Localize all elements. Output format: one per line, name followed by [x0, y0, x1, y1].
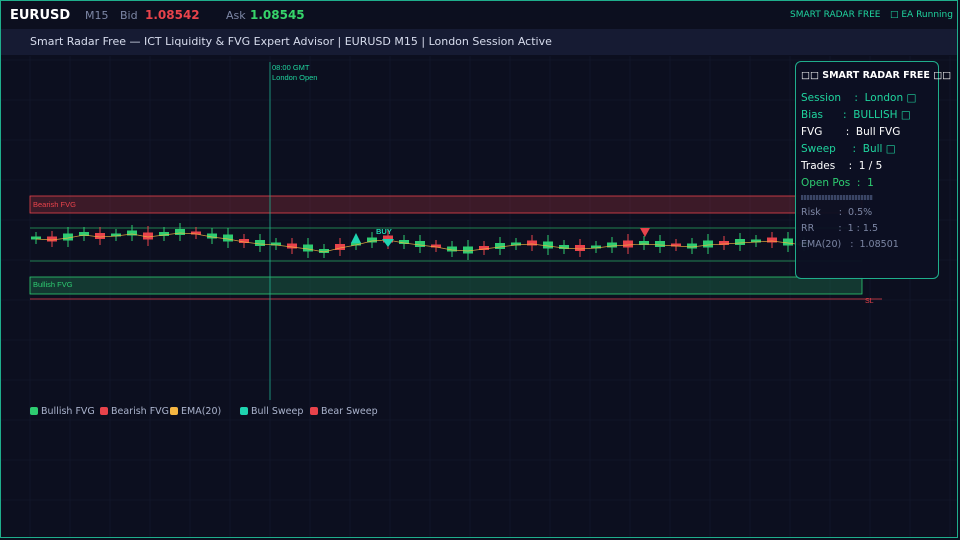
legend-ema-label: EMA(20): [181, 406, 222, 417]
panel-open-pos: Open Pos : 1: [801, 177, 874, 189]
title-bar: Smart Radar Free — ICT Liquidity & FVG E…: [1, 29, 957, 55]
panel-rr: RR : 1 : 1.5: [801, 223, 878, 234]
ea-status: □ EA Running: [890, 10, 953, 20]
legend-bullish-fvg: Bullish FVG: [30, 406, 95, 417]
panel-session: Session : London □: [801, 92, 917, 104]
bid-value: 1.08542: [145, 8, 200, 22]
panel-trades: Trades : 1 / 5: [801, 160, 883, 172]
ask-value: 1.08545: [250, 8, 305, 22]
panel-ema: EMA(20) : 1.08501: [801, 239, 899, 250]
info-panel: □□ SMART RADAR FREE □□ Session : London …: [795, 61, 951, 279]
title-text: Smart Radar Free — ICT Liquidity & FVG E…: [30, 35, 552, 48]
panel-sweep: Sweep : Bull □: [801, 143, 896, 155]
panel-divider: [801, 195, 873, 200]
bullish-fvg-swatch: [30, 407, 38, 415]
legend-bearish-fvg-label: Bearish FVG: [111, 406, 170, 417]
panel-title: □□ SMART RADAR FREE □□: [801, 70, 952, 81]
legend-bear-sweep-label: Bear Sweep: [321, 406, 378, 417]
brand-label: SMART RADAR FREE: [790, 10, 881, 20]
bear-sweep-swatch: [310, 407, 318, 415]
legend-bear-sweep: Bear Sweep: [310, 406, 378, 417]
panel-fvg: FVG : Bull FVG: [801, 126, 901, 138]
ema-swatch: [170, 407, 178, 415]
top-bar: EURUSD M15 Bid 1.08542 Ask 1.08545 SMART…: [1, 1, 957, 29]
legend-bullish-fvg-label: Bullish FVG: [41, 406, 95, 417]
legend-bull-sweep-label: Bull Sweep: [251, 406, 304, 417]
legend-bearish-fvg: Bearish FVG: [100, 406, 169, 417]
bearish-fvg-swatch: [100, 407, 108, 415]
ask-label: Ask: [226, 9, 246, 22]
legend-ema: EMA(20): [170, 406, 221, 417]
panel-bias: Bias : BULLISH □: [801, 109, 911, 121]
panel-risk: Risk : 0.5%: [801, 207, 873, 218]
symbol-label[interactable]: EURUSD: [10, 8, 70, 23]
bid-label: Bid: [120, 9, 138, 22]
bull-sweep-swatch: [240, 407, 248, 415]
timeframe-label[interactable]: M15: [85, 9, 109, 22]
legend-bull-sweep: Bull Sweep: [240, 406, 303, 417]
